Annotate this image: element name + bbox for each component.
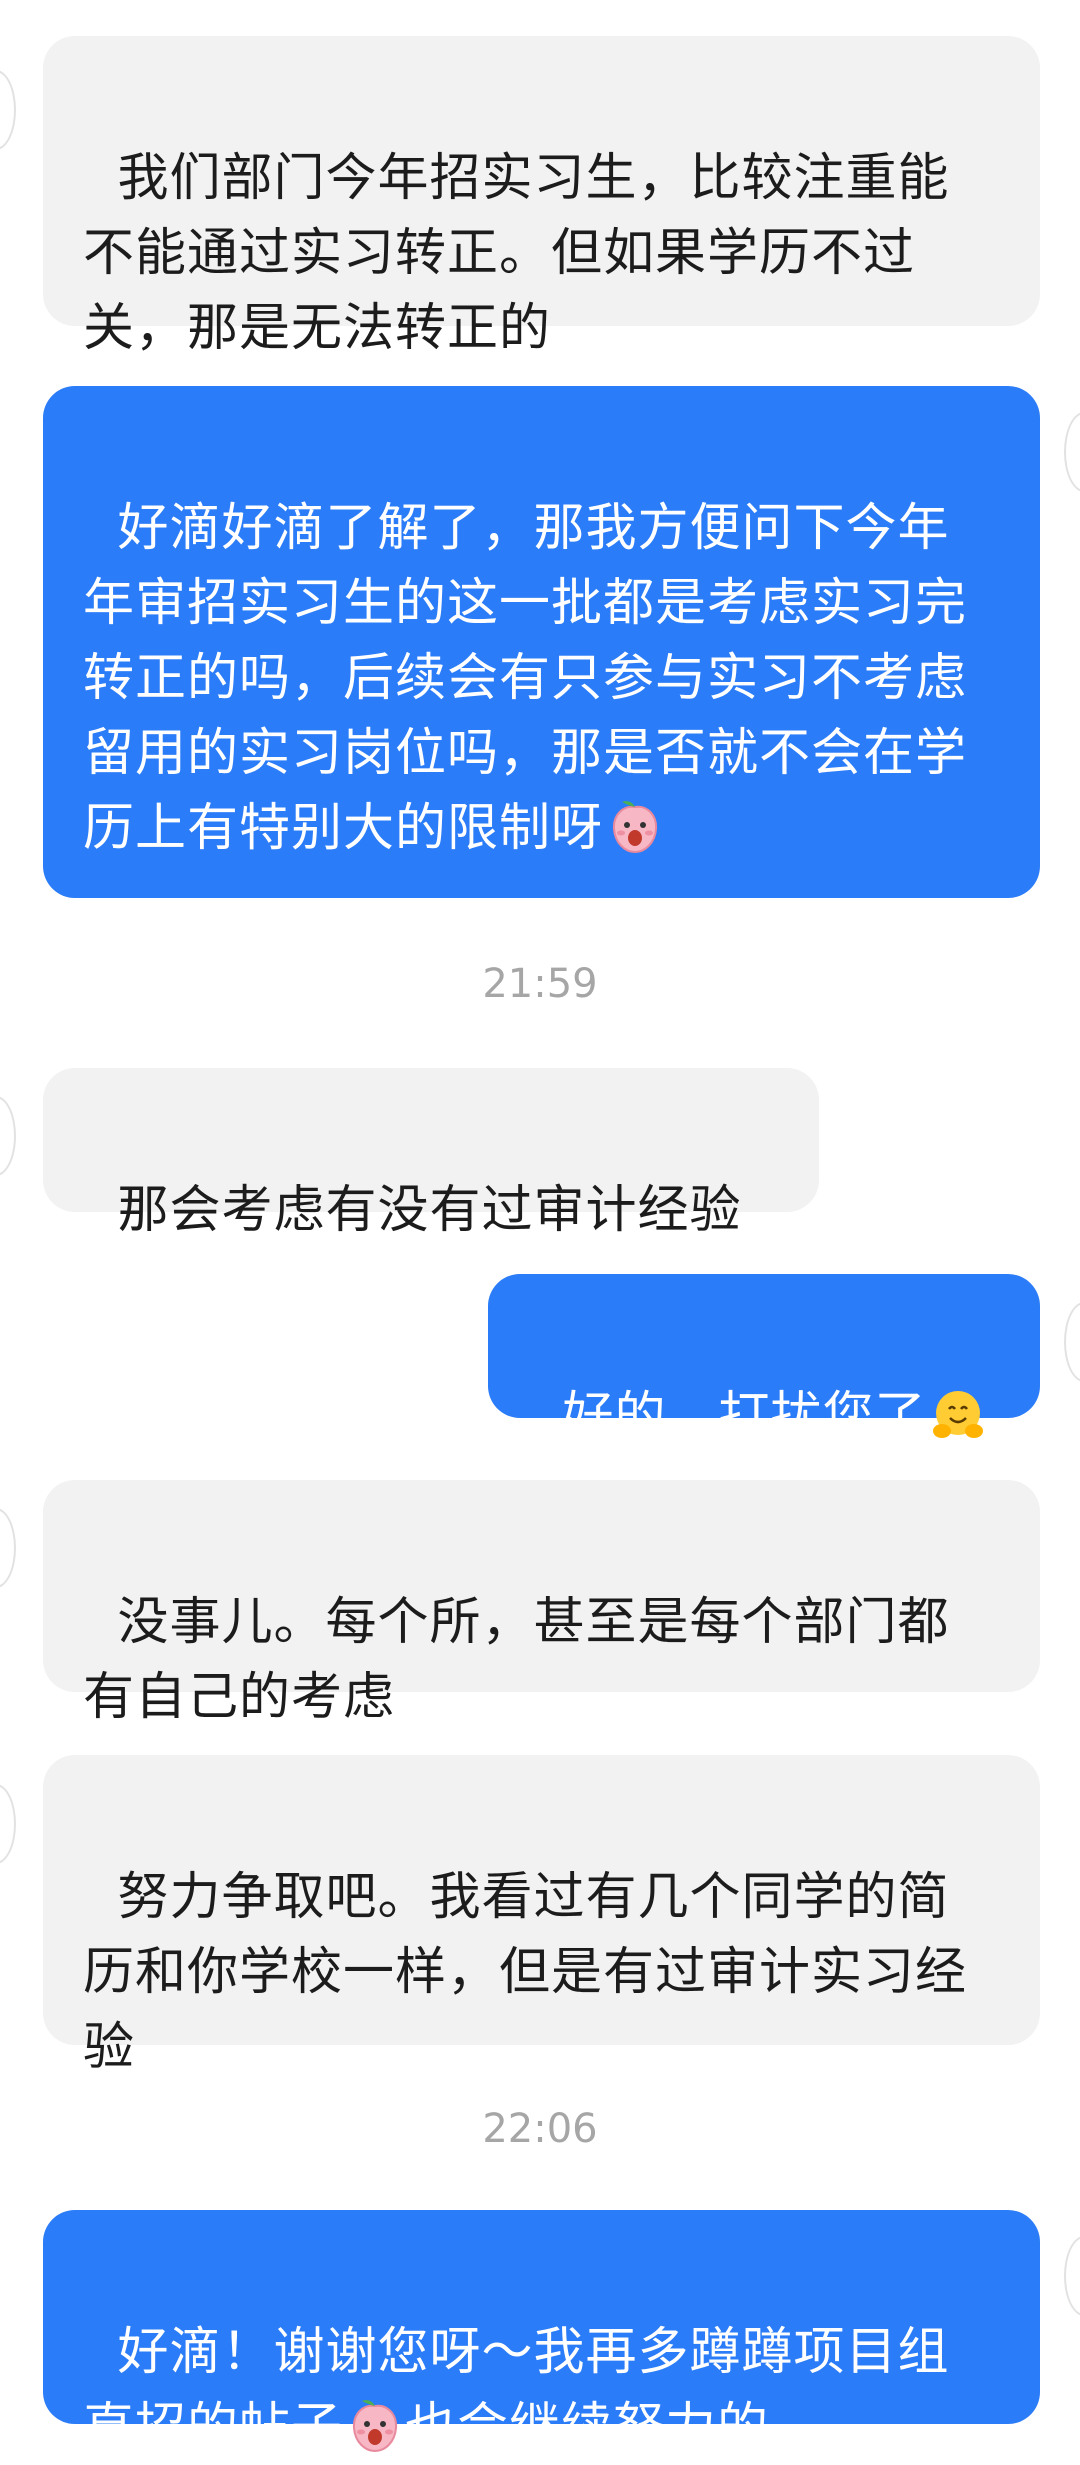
message-text: 也会继续努力的 [405, 2398, 770, 2457]
message-bubble-incoming[interactable]: 努力争取吧。我看过有几个同学的简历和你学校一样，但是有过审计实习经验 [43, 1755, 1040, 2077]
sender-avatar[interactable] [0, 70, 16, 150]
message-text: 努力争取吧。我看过有几个同学的简历和你学校一样，但是有过审计实习经验 [83, 1868, 968, 2077]
message-bubble-incoming[interactable]: 没事儿。每个所，甚至是每个部门都有自己的考虑 [43, 1480, 1040, 1727]
message-text: 没事儿。每个所，甚至是每个部门都有自己的考虑 [83, 1593, 950, 1727]
message-bubble-outgoing[interactable]: 好的，打扰您了 [488, 1274, 1040, 1446]
hugging-face-emoji [933, 1391, 984, 1438]
timestamp: 22:06 [482, 2106, 598, 2152]
message-bubble-outgoing[interactable]: 好滴！谢谢您呀～我再多蹲蹲项目组直招的帖子 也会继续努力的 [43, 2210, 1040, 2457]
sender-avatar[interactable] [0, 1508, 16, 1588]
message-text: 好滴好滴了解了，那我方便问下今年年审招实习生的这一批都是考虑实习完转正的吗，后续… [83, 499, 968, 858]
message-text: 好的，打扰您了 [562, 1387, 927, 1446]
message-bubble-incoming[interactable]: 那会考虑有没有过审计经验 [43, 1068, 819, 1240]
message-bubble-outgoing[interactable]: 好滴好滴了解了，那我方便问下今年年审招实习生的这一批都是考虑实习完转正的吗，后续… [43, 386, 1040, 898]
message-text: 我们部门今年招实习生，比较注重能不能通过实习转正。但如果学历不过关，那是无法转正… [83, 149, 950, 358]
message-bubble-incoming[interactable]: 我们部门今年招实习生，比较注重能不能通过实习转正。但如果学历不过关，那是无法转正… [43, 36, 1040, 358]
message-text: 那会考虑有没有过审计经验 [117, 1181, 742, 1240]
my-avatar[interactable] [1064, 2236, 1080, 2316]
peach-face-emoji [353, 2400, 398, 2453]
sender-avatar[interactable] [0, 1784, 16, 1864]
peach-face-emoji [613, 801, 658, 854]
timestamp: 21:59 [482, 961, 598, 1007]
my-avatar[interactable] [1064, 1302, 1080, 1382]
my-avatar[interactable] [1064, 412, 1080, 492]
sender-avatar[interactable] [0, 1096, 16, 1176]
